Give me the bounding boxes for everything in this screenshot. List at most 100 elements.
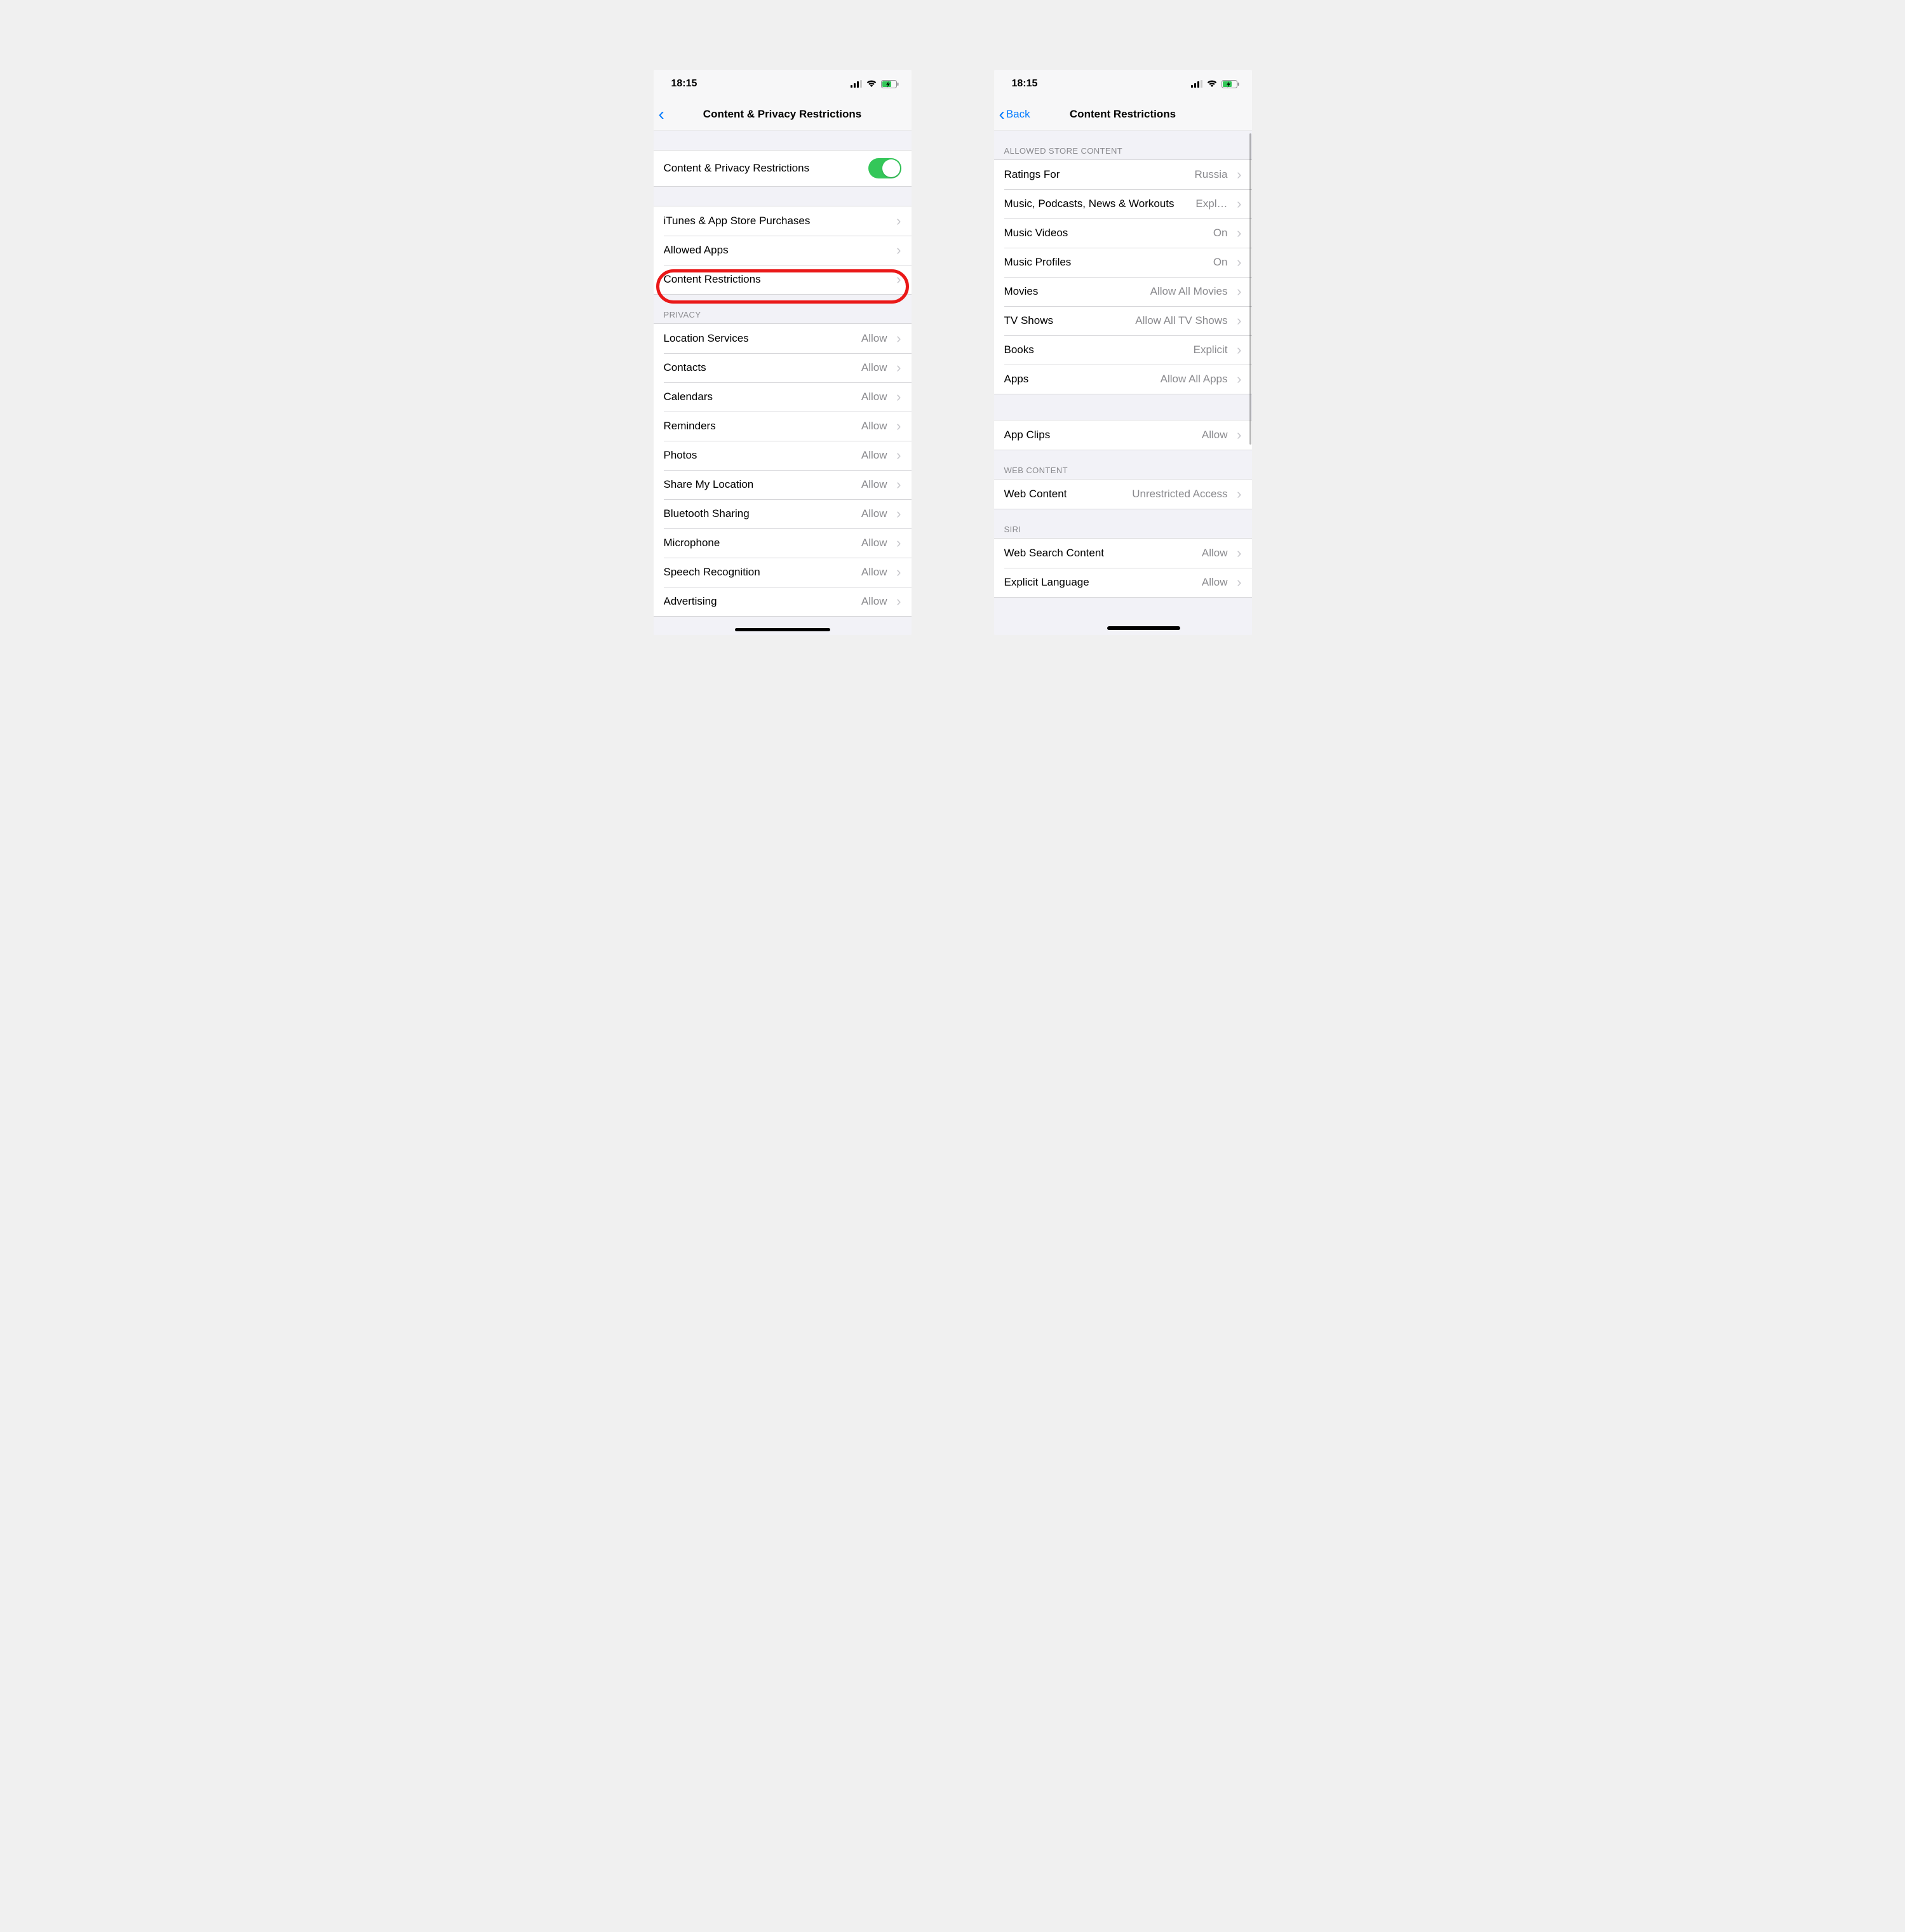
row-label: Photos: [664, 449, 697, 462]
chevron-right-icon: ›: [894, 478, 901, 492]
home-indicator: [735, 628, 830, 631]
chevron-right-icon: ›: [894, 565, 901, 579]
status-time: 18:15: [671, 78, 697, 90]
back-button[interactable]: ‹: [654, 105, 666, 123]
row-label: Music Profiles: [1004, 256, 1072, 269]
row-label: TV Shows: [1004, 314, 1053, 327]
row-label: Microphone: [664, 537, 720, 549]
group-header-web: WEB CONTENT: [994, 450, 1252, 479]
row-value: Expl…: [1195, 198, 1227, 210]
chevron-right-icon: ›: [894, 419, 901, 433]
row-speech-recognition[interactable]: Speech RecognitionAllow›: [654, 558, 912, 587]
list-store-content: Ratings ForRussia›Music, Podcasts, News …: [994, 159, 1252, 394]
row-music-podcasts-news-workouts[interactable]: Music, Podcasts, News & Workouts Expl… ›: [994, 189, 1252, 218]
row-value: Allow: [861, 420, 887, 433]
chevron-right-icon: ›: [1234, 343, 1242, 357]
nav-bar: ‹ Content & Privacy Restrictions: [654, 98, 912, 131]
chevron-left-icon: ‹: [659, 105, 664, 123]
row-microphone[interactable]: MicrophoneAllow›: [654, 528, 912, 558]
chevron-right-icon: ›: [1234, 168, 1242, 182]
status-time: 18:15: [1012, 78, 1038, 90]
row-value: Allow All Movies: [1150, 285, 1228, 298]
row-value: Unrestricted Access: [1132, 488, 1227, 500]
chevron-right-icon: ›: [1234, 197, 1242, 211]
nav-bar: ‹ Back Content Restrictions: [994, 98, 1252, 131]
row-label: Explicit Language: [1004, 576, 1089, 589]
row-movies[interactable]: MoviesAllow All Movies›: [994, 277, 1252, 306]
chevron-right-icon: ›: [894, 507, 901, 521]
list-web-content: Web ContentUnrestricted Access›: [994, 479, 1252, 509]
row-web-search-content[interactable]: Web Search ContentAllow›: [994, 539, 1252, 568]
row-value: Allow: [861, 507, 887, 520]
wifi-icon: [866, 80, 877, 88]
row-label: Share My Location: [664, 478, 754, 491]
row-advertising[interactable]: AdvertisingAllow›: [654, 587, 912, 616]
row-value: Allow: [1202, 429, 1228, 441]
row-value: Allow All TV Shows: [1135, 314, 1227, 327]
nav-title: Content Restrictions: [994, 108, 1252, 121]
row-calendars[interactable]: Calendars Allow ›: [654, 382, 912, 412]
row-value: Allow All Apps: [1161, 373, 1228, 386]
row-music-profiles[interactable]: Music ProfilesOn›: [994, 248, 1252, 277]
row-label: Bluetooth Sharing: [664, 507, 750, 520]
row-allowed-apps[interactable]: Allowed Apps›: [654, 236, 912, 265]
row-value: Allow: [861, 391, 887, 403]
row-content-privacy-toggle[interactable]: Content & Privacy Restrictions: [654, 151, 912, 186]
row-app-clips[interactable]: App ClipsAllow›: [994, 420, 1252, 450]
chevron-right-icon: ›: [1234, 314, 1242, 328]
row-label: Advertising: [664, 595, 717, 608]
row-web-content[interactable]: Web ContentUnrestricted Access›: [994, 480, 1252, 509]
nav-title: Content & Privacy Restrictions: [654, 108, 912, 121]
row-label: Music Videos: [1004, 227, 1068, 239]
chevron-right-icon: ›: [1234, 226, 1242, 240]
row-content-restrictions[interactable]: Content Restrictions›: [654, 265, 912, 294]
back-button[interactable]: ‹ Back: [994, 105, 1030, 123]
row-label: Location Services: [664, 332, 749, 345]
row-apps[interactable]: AppsAllow All Apps›: [994, 365, 1252, 394]
row-books[interactable]: BooksExplicit›: [994, 335, 1252, 365]
status-bar: 18:15: [994, 70, 1252, 98]
chevron-left-icon: ‹: [999, 105, 1005, 123]
toggle-switch[interactable]: [868, 158, 901, 178]
group-header-privacy: PRIVACY: [654, 295, 912, 323]
chevron-right-icon: ›: [894, 448, 901, 462]
row-itunes-app-store-purchases[interactable]: iTunes & App Store Purchases›: [654, 206, 912, 236]
row-tv-shows[interactable]: TV Shows Allow All TV Shows ›: [994, 306, 1252, 335]
row-photos[interactable]: Photos Allow ›: [654, 441, 912, 470]
row-music-videos[interactable]: Music VideosOn›: [994, 218, 1252, 248]
row-value: Allow: [861, 449, 887, 462]
row-value: Allow: [861, 361, 887, 374]
chevron-right-icon: ›: [894, 243, 901, 257]
chevron-right-icon: ›: [894, 214, 901, 228]
chevron-right-icon: ›: [894, 594, 901, 608]
scroll-area-right[interactable]: ALLOWED STORE CONTENT Ratings ForRussia›…: [994, 131, 1252, 635]
row-value: Allow: [861, 566, 887, 579]
row-bluetooth-sharing[interactable]: Bluetooth Sharing Allow ›: [654, 499, 912, 528]
chevron-right-icon: ›: [1234, 487, 1242, 501]
scroll-indicator[interactable]: [1249, 133, 1251, 445]
row-label: App Clips: [1004, 429, 1051, 441]
row-label: Books: [1004, 344, 1034, 356]
cell-signal-icon: [851, 80, 862, 88]
row-label: Music, Podcasts, News & Workouts: [1004, 198, 1175, 210]
scroll-area-left[interactable]: Content & Privacy Restrictions iTunes & …: [654, 131, 912, 635]
chevron-right-icon: ›: [894, 390, 901, 404]
row-reminders[interactable]: RemindersAllow›: [654, 412, 912, 441]
row-share-my-location[interactable]: Share My LocationAllow›: [654, 470, 912, 499]
list-siri: Web Search ContentAllow›Explicit Languag…: [994, 538, 1252, 598]
phone-right: 18:15 ‹ Back Content Restrictions ALLOWE…: [994, 70, 1252, 635]
row-label: Ratings For: [1004, 168, 1060, 181]
phone-left: 18:15 ‹ Content & Privacy Restrictions C…: [654, 70, 912, 635]
wifi-icon: [1206, 80, 1218, 88]
list-app-clips: App ClipsAllow›: [994, 420, 1252, 450]
row-contacts[interactable]: ContactsAllow›: [654, 353, 912, 382]
row-label: Calendars: [664, 391, 713, 403]
list-main: iTunes & App Store Purchases›Allowed App…: [654, 206, 912, 295]
row-location-services[interactable]: Location ServicesAllow›: [654, 324, 912, 353]
row-ratings-for[interactable]: Ratings ForRussia›: [994, 160, 1252, 189]
row-explicit-language[interactable]: Explicit LanguageAllow›: [994, 568, 1252, 597]
status-bar: 18:15: [654, 70, 912, 98]
row-label: Web Search Content: [1004, 547, 1105, 560]
row-value: Allow: [1202, 547, 1228, 560]
row-label: Apps: [1004, 373, 1029, 386]
